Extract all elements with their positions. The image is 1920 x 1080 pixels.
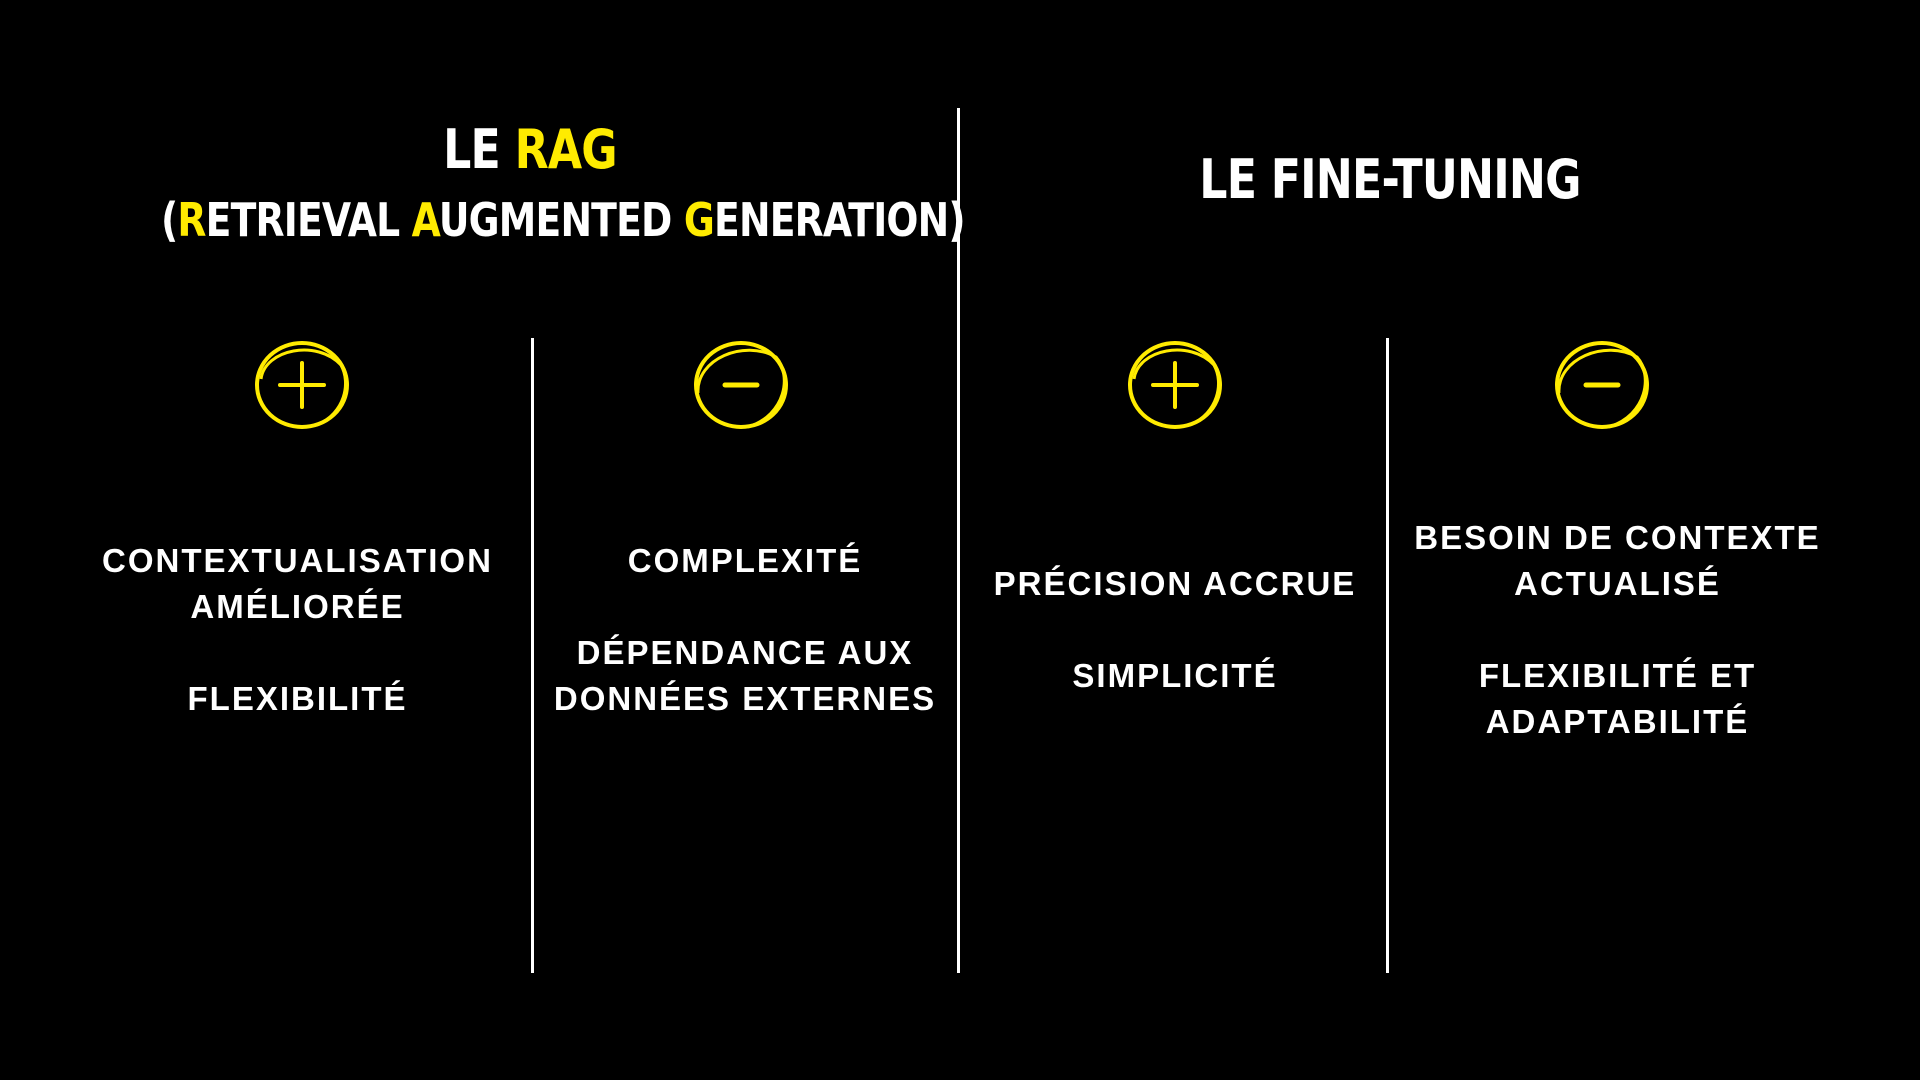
rag-con-item: COMPLEXITÉ: [627, 542, 863, 579]
rag-subtitle-a: A: [411, 193, 440, 247]
plus-circle-icon: [1120, 335, 1230, 435]
rag-pros-list: CONTEXTUALISATION AMÉLIORÉE FLEXIBILITÉ: [80, 538, 515, 722]
rag-subtitle-a-rest: UGMENTED: [438, 193, 684, 247]
fine-tuning-title: LE FINE-TUNING: [1199, 148, 1581, 211]
fine-tuning-pro-item: SIMPLICITÉ: [1072, 657, 1278, 694]
rag-subtitle-r: R: [177, 193, 206, 247]
rag-cons-list: COMPLEXITÉ DÉPENDANCE AUX DONNÉES EXTERN…: [545, 538, 945, 722]
plus-circle-icon: [247, 335, 357, 435]
rag-subtitle-g-rest: ENERATION): [714, 193, 966, 247]
fine-tuning-pro-item: PRÉCISION ACCRUE: [993, 565, 1357, 602]
fine-tuning-pros-list: PRÉCISION ACCRUE SIMPLICITÉ: [975, 561, 1375, 699]
rag-title-prefix: LE: [443, 118, 515, 181]
fine-tuning-cons-list: BESOIN DE CONTEXTE ACTUALISÉ FLEXIBILITÉ…: [1400, 515, 1835, 745]
main-divider: [957, 108, 960, 973]
fine-tuning-divider: [1386, 338, 1389, 973]
rag-title: LE RAG: [292, 118, 768, 182]
rag-con-item: DÉPENDANCE AUX DONNÉES EXTERNES: [553, 634, 937, 717]
rag-subtitle-g: G: [683, 193, 715, 247]
comparison-slide: LE RAG (RETRIEVAL AUGMENTED GENERATION) …: [0, 0, 1920, 1080]
fine-tuning-con-item: FLEXIBILITÉ ET ADAPTABILITÉ: [1478, 657, 1757, 740]
fine-tuning-con-item: BESOIN DE CONTEXTE ACTUALISÉ: [1414, 519, 1821, 602]
rag-title-highlight: RAG: [514, 118, 618, 181]
minus-circle-icon: [1547, 335, 1657, 435]
rag-subtitle-open: (: [161, 193, 178, 247]
rag-subtitle-r-rest: ETRIEVAL: [205, 193, 412, 247]
rag-subtitle: (RETRIEVAL AUGMENTED GENERATION): [161, 190, 966, 250]
minus-circle-icon: [686, 335, 796, 435]
rag-pro-item: FLEXIBILITÉ: [187, 680, 408, 717]
rag-divider: [531, 338, 534, 973]
rag-pro-item: CONTEXTUALISATION AMÉLIORÉE: [102, 542, 493, 625]
